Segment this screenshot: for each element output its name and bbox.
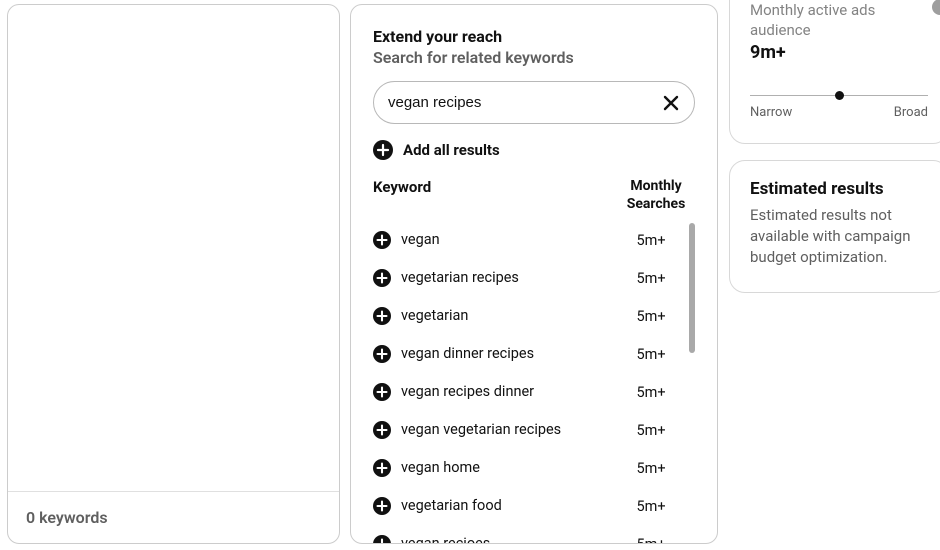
add-keyword-icon[interactable]	[373, 459, 391, 477]
keyword-label: vegan home	[391, 459, 621, 477]
add-all-results-button[interactable]: Add all results	[373, 140, 695, 160]
keyword-row: vegan home 5m+	[373, 449, 681, 487]
add-keyword-icon[interactable]	[373, 345, 391, 363]
close-icon	[663, 95, 679, 111]
add-keyword-icon[interactable]	[373, 497, 391, 515]
slider-labels: Narrow Broad	[750, 105, 928, 120]
slider-handle[interactable]	[835, 91, 844, 100]
audience-value: 9m+	[750, 42, 928, 63]
keyword-searches: 5m+	[621, 536, 681, 544]
keyword-label: vegetarian recipes	[391, 269, 621, 287]
keyword-table-header: Keyword Monthly Searches	[373, 178, 695, 213]
info-icon[interactable]	[932, 0, 940, 15]
keyword-label: vegan dinner recipes	[391, 345, 621, 363]
keyword-row: vegan recioes 5m+	[373, 525, 681, 543]
keyword-search-input[interactable]	[373, 81, 695, 124]
slider-max-label: Broad	[894, 105, 928, 120]
keyword-count: 0 keywords	[8, 492, 339, 543]
keyword-row: vegetarian food 5m+	[373, 487, 681, 525]
right-sidebar: Monthly active ads audience 9m+ Narrow B…	[729, 0, 940, 309]
add-all-label: Add all results	[403, 141, 500, 159]
clear-search-button[interactable]	[655, 87, 687, 119]
audience-label: Monthly active ads audience	[750, 1, 928, 40]
scrollbar-thumb[interactable]	[689, 223, 695, 353]
add-keyword-icon[interactable]	[373, 307, 391, 325]
keyword-label: vegetarian	[391, 307, 621, 325]
keyword-label: vegan	[391, 231, 621, 249]
th-keyword: Keyword	[373, 178, 617, 213]
add-keyword-icon[interactable]	[373, 421, 391, 439]
keyword-label: vegetarian food	[391, 497, 621, 515]
search-wrap	[373, 81, 695, 124]
keyword-row: vegetarian recipes 5m+	[373, 259, 681, 297]
keyword-searches: 5m+	[621, 346, 681, 363]
audience-card: Monthly active ads audience 9m+ Narrow B…	[729, 0, 940, 144]
panel-subtitle: Search for related keywords	[373, 48, 695, 67]
keyword-label: vegan vegetarian recipes	[391, 421, 621, 439]
keyword-label: vegan recipes dinner	[391, 383, 621, 401]
selected-keywords-panel: 0 keywords	[7, 4, 340, 544]
keyword-row: vegan 5m+	[373, 221, 681, 259]
selected-keywords-empty	[8, 5, 339, 492]
add-keyword-icon[interactable]	[373, 231, 391, 249]
keyword-rows-scroll[interactable]: vegan 5m+ vegetarian recipes 5m+ vegetar…	[373, 221, 695, 543]
keyword-searches: 5m+	[621, 308, 681, 325]
keyword-search-panel: Extend your reach Search for related key…	[350, 4, 718, 544]
slider-min-label: Narrow	[750, 105, 792, 120]
panel-title: Extend your reach	[373, 27, 695, 46]
add-keyword-icon[interactable]	[373, 269, 391, 287]
add-keyword-icon[interactable]	[373, 535, 391, 543]
keyword-row: vegan vegetarian recipes 5m+	[373, 411, 681, 449]
keyword-searches: 5m+	[621, 460, 681, 477]
keyword-searches: 5m+	[621, 498, 681, 515]
keyword-row: vegan dinner recipes 5m+	[373, 335, 681, 373]
add-keyword-icon[interactable]	[373, 383, 391, 401]
keyword-rows-container: vegan 5m+ vegetarian recipes 5m+ vegetar…	[373, 221, 695, 543]
keyword-searches: 5m+	[621, 232, 681, 249]
estimated-results-card: Estimated results Estimated results not …	[729, 160, 940, 293]
keyword-searches: 5m+	[621, 270, 681, 287]
keyword-searches: 5m+	[621, 422, 681, 439]
plus-circle-icon	[373, 140, 393, 160]
estimated-results-title: Estimated results	[750, 179, 928, 199]
keyword-label: vegan recioes	[391, 535, 621, 543]
keyword-row: vegetarian 5m+	[373, 297, 681, 335]
th-monthly-searches: Monthly Searches	[617, 178, 695, 213]
estimated-results-body: Estimated results not available with cam…	[750, 205, 928, 268]
audience-slider[interactable]: Narrow Broad	[750, 91, 928, 119]
keyword-searches: 5m+	[621, 384, 681, 401]
keyword-row: vegan recipes dinner 5m+	[373, 373, 681, 411]
